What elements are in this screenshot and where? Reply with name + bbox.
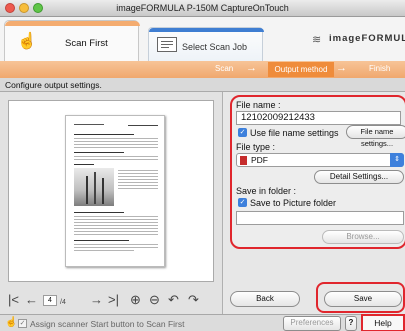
step-output-method: Output method: [268, 62, 334, 77]
rotate-right-icon[interactable]: ↷: [188, 293, 199, 307]
instruction-text: Configure output settings.: [0, 78, 405, 92]
touch-hand-icon: ☝: [17, 33, 37, 50]
scan-job-icon: [157, 37, 177, 52]
brand-logo-icon: ≋: [312, 34, 322, 46]
preview-area: [8, 100, 214, 282]
help-button[interactable]: Help: [361, 314, 405, 331]
dropdown-arrows-icon: ⇕: [390, 153, 404, 167]
preview-panel: |< ← 4 /4 → >| ⊕ ⊖ ↶ ↷: [0, 92, 223, 314]
tab-scan-first[interactable]: ☝ Scan First: [4, 20, 140, 63]
rotate-left-icon[interactable]: ↶: [168, 293, 179, 307]
zoom-in-icon[interactable]: ⊕: [130, 293, 141, 307]
tab-scan-first-label: Scan First: [65, 38, 108, 49]
assign-scanner-checkbox[interactable]: ✓: [18, 319, 27, 328]
use-file-name-settings-checkbox[interactable]: ✓: [238, 128, 247, 137]
tab-select-scan-job-label: Select Scan Job: [182, 42, 248, 52]
save-in-folder-label: Save in folder :: [236, 186, 297, 196]
output-settings-group: File name : 12102009212433 ✓ Use file na…: [230, 95, 405, 249]
file-type-label: File type :: [236, 142, 276, 152]
folder-path-input[interactable]: [236, 211, 404, 225]
tab-accent-stripe: [149, 28, 264, 32]
back-button[interactable]: Back: [230, 291, 300, 307]
preferences-button[interactable]: Preferences: [283, 316, 341, 331]
window-title: imageFORMULA P-150M CaptureOnTouch: [116, 3, 289, 13]
pdf-file-icon: [240, 156, 247, 165]
page-total: /4: [60, 299, 66, 306]
next-page-icon[interactable]: →: [90, 293, 103, 307]
file-name-input[interactable]: 12102009212433: [236, 111, 401, 125]
step-scan: Scan: [215, 64, 234, 73]
zoom-out-icon[interactable]: ⊖: [149, 293, 160, 307]
page-number-input[interactable]: 4: [43, 295, 57, 306]
footer-bar: ☝ ✓ Assign scanner Start button to Scan …: [0, 314, 405, 331]
last-page-icon[interactable]: >|: [108, 293, 119, 307]
page-photo: [74, 168, 114, 206]
save-button[interactable]: Save: [324, 291, 402, 307]
file-type-select[interactable]: PDF ⇕: [236, 153, 404, 167]
title-bar: imageFORMULA P-150M CaptureOnTouch: [0, 0, 405, 17]
page-thumbnail[interactable]: [65, 115, 165, 267]
previous-page-icon[interactable]: ←: [25, 293, 38, 307]
tab-select-scan-job[interactable]: Select Scan Job: [148, 27, 264, 61]
assign-scanner-label: Assign scanner Start button to Scan Firs…: [30, 319, 185, 329]
file-name-settings-button[interactable]: File name settings...: [346, 125, 405, 148]
file-name-label: File name :: [236, 100, 281, 110]
help-icon[interactable]: ?: [345, 316, 357, 331]
save-to-picture-folder-checkbox[interactable]: ✓: [238, 198, 247, 207]
use-file-name-settings-label: Use file name settings: [250, 128, 339, 138]
arrow-right-icon: →: [246, 62, 257, 74]
save-to-picture-folder-label: Save to Picture folder: [250, 198, 337, 208]
page-navigation: |< ← 4 /4 → >| ⊕ ⊖ ↶ ↷: [8, 293, 214, 309]
step-finish: Finish: [369, 64, 391, 73]
detail-settings-button[interactable]: Detail Settings...: [314, 170, 404, 184]
tab-accent-stripe: [5, 21, 140, 26]
brand-logo: imageFORMUL: [329, 33, 405, 44]
browse-button[interactable]: Browse...: [322, 230, 404, 244]
arrow-right-icon: →: [336, 62, 347, 74]
touch-hand-icon: ☝: [5, 317, 18, 328]
file-type-value: PDF: [251, 155, 268, 165]
first-page-icon[interactable]: |<: [8, 293, 19, 307]
step-bar: Scan → Output method → Finish: [0, 61, 405, 78]
